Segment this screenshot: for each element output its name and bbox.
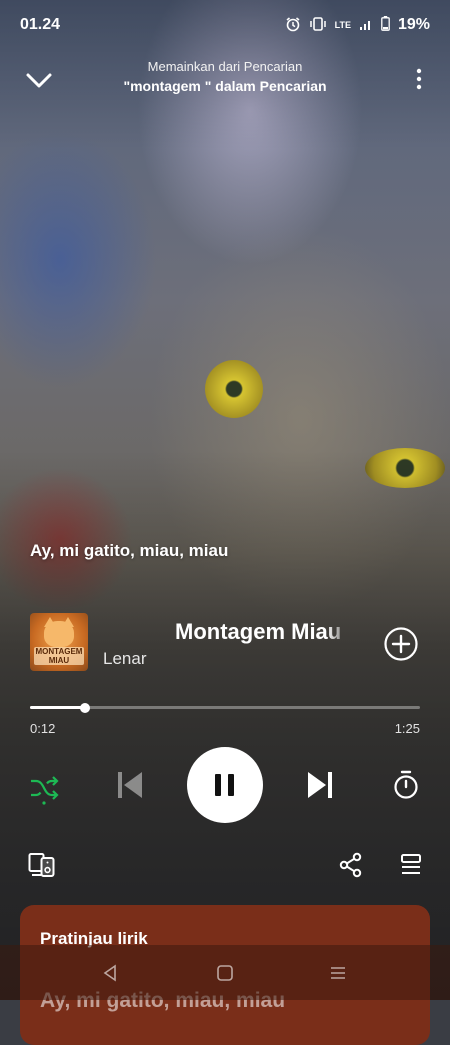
home-icon[interactable] <box>215 963 235 983</box>
status-bar: 01.24 LTE 19% <box>0 0 450 50</box>
queue-icon[interactable] <box>400 852 422 878</box>
play-pause-button[interactable] <box>187 747 263 823</box>
back-icon[interactable] <box>100 963 120 983</box>
track-artist[interactable]: Lenar <box>103 649 146 669</box>
track-info: MONTAGEM MIAU Montagem Miau Lenar <box>30 613 420 675</box>
player-header: Memainkan dari Pencarian "montagem " dal… <box>0 55 450 105</box>
shuffle-icon[interactable] <box>28 771 60 805</box>
plus-circle-icon[interactable] <box>384 627 418 661</box>
clock: 01.24 <box>20 16 61 33</box>
current-lyric-line: Ay, mi gatito, miau, miau <box>30 541 229 560</box>
seek-bar[interactable] <box>30 703 420 713</box>
network-type: LTE <box>334 20 351 30</box>
devices-icon[interactable] <box>28 852 56 878</box>
status-icons: LTE 19% <box>285 16 430 35</box>
album-art[interactable]: MONTAGEM MIAU <box>30 613 88 671</box>
chevron-down-icon[interactable] <box>22 63 56 97</box>
more-vertical-icon[interactable] <box>414 65 424 95</box>
seek-handle[interactable] <box>79 703 90 713</box>
playback-controls <box>0 745 450 825</box>
pause-icon <box>215 774 221 796</box>
playing-context: Memainkan dari Pencarian "montagem " dal… <box>90 59 360 94</box>
album-art-text: MONTAGEM MIAU <box>34 647 84 665</box>
alarm-icon <box>285 16 301 35</box>
skip-next-icon[interactable] <box>305 769 335 801</box>
system-navigation-bar <box>0 945 450 1000</box>
context-title: "montagem " dalam Pencarian <box>123 78 327 94</box>
context-label: Memainkan dari Pencarian <box>147 59 303 74</box>
total-duration: 1:25 <box>394 721 420 736</box>
recents-icon[interactable] <box>328 963 348 983</box>
battery-icon <box>381 16 390 34</box>
skip-previous-icon[interactable] <box>115 769 145 801</box>
share-icon[interactable] <box>339 852 363 878</box>
track-title[interactable]: Montagem Miau <box>175 619 353 645</box>
vibrate-icon <box>309 16 327 35</box>
battery-percent: 19% <box>397 16 430 33</box>
timer-icon[interactable] <box>392 769 420 801</box>
signal-icon <box>359 17 373 34</box>
seek-fill <box>30 706 85 709</box>
secondary-actions <box>0 848 450 882</box>
elapsed-time: 0:12 <box>30 721 56 736</box>
